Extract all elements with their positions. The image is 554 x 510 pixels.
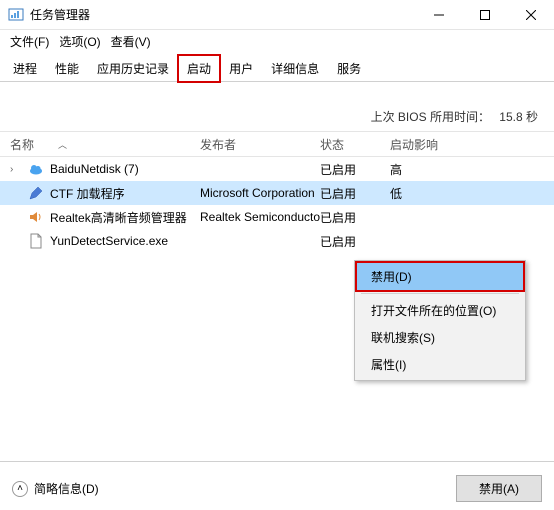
menu-options[interactable]: 选项(O) bbox=[55, 31, 104, 52]
file-icon bbox=[28, 233, 44, 249]
table-row[interactable]: › BaiduNetdisk (7) 已启用高 bbox=[0, 157, 554, 181]
row-status: 已启用 bbox=[320, 185, 390, 202]
expander-icon[interactable]: › bbox=[10, 164, 22, 175]
ctx-separator bbox=[361, 293, 519, 294]
column-headers: 名称 ︿ 发布者 状态 启动影响 bbox=[0, 131, 554, 157]
tab-0[interactable]: 进程 bbox=[4, 55, 46, 82]
table-row[interactable]: Realtek高清晰音频管理器 Realtek Semiconductor已启用 bbox=[0, 205, 554, 229]
table-row[interactable]: CTF 加载程序 Microsoft Corporation已启用低 bbox=[0, 181, 554, 205]
window-controls bbox=[416, 0, 554, 30]
footer: ˄ 简略信息(D) 禁用(A) bbox=[0, 475, 554, 502]
ctx-disable[interactable]: 禁用(D) bbox=[357, 263, 523, 290]
bios-value: 15.8 秒 bbox=[499, 110, 538, 124]
startup-list: ›BaiduNetdisk (7)已启用高CTF 加载程序Microsoft C… bbox=[0, 157, 554, 253]
bios-label: 上次 BIOS 所用时间： bbox=[371, 110, 490, 124]
titlebar: 任务管理器 bbox=[0, 0, 554, 30]
row-publisher: Realtek Semiconductor bbox=[200, 210, 320, 224]
cloud-icon bbox=[28, 161, 44, 177]
row-name: Realtek高清晰音频管理器 bbox=[50, 209, 187, 226]
speaker-icon bbox=[28, 209, 44, 225]
tab-4[interactable]: 用户 bbox=[220, 55, 262, 82]
fewer-details-label: 简略信息(D) bbox=[34, 480, 99, 497]
app-icon bbox=[8, 7, 24, 23]
window-title: 任务管理器 bbox=[30, 6, 416, 23]
tab-6[interactable]: 服务 bbox=[328, 55, 370, 82]
fewer-details-button[interactable]: ˄ 简略信息(D) bbox=[12, 480, 99, 497]
content-area: 上次 BIOS 所用时间： 15.8 秒 名称 ︿ 发布者 状态 启动影响 › B… bbox=[0, 82, 554, 462]
row-publisher: Microsoft Corporation bbox=[200, 186, 320, 200]
row-name: YunDetectService.exe bbox=[50, 234, 168, 248]
menu-file[interactable]: 文件(F) bbox=[6, 31, 53, 52]
ctx-open-location[interactable]: 打开文件所在的位置(O) bbox=[357, 297, 523, 324]
row-name: BaiduNetdisk (7) bbox=[50, 162, 139, 176]
table-row[interactable]: YunDetectService.exe 已启用 bbox=[0, 229, 554, 253]
ctx-properties[interactable]: 属性(I) bbox=[357, 351, 523, 378]
tab-1[interactable]: 性能 bbox=[46, 55, 88, 82]
tab-strip: 进程性能应用历史记录启动用户详细信息服务 bbox=[0, 52, 554, 82]
tab-3[interactable]: 启动 bbox=[178, 55, 220, 82]
ctx-search-online[interactable]: 联机搜索(S) bbox=[357, 324, 523, 351]
maximize-button[interactable] bbox=[462, 0, 508, 30]
header-impact[interactable]: 启动影响 bbox=[390, 136, 554, 153]
tab-5[interactable]: 详细信息 bbox=[262, 55, 328, 82]
pen-icon bbox=[28, 185, 44, 201]
header-status[interactable]: 状态 bbox=[320, 136, 390, 153]
menubar: 文件(F) 选项(O) 查看(V) bbox=[0, 30, 554, 52]
header-publisher[interactable]: 发布者 bbox=[200, 136, 320, 153]
context-menu: 禁用(D) 打开文件所在的位置(O) 联机搜索(S) 属性(I) bbox=[354, 260, 526, 381]
row-status: 已启用 bbox=[320, 233, 390, 250]
chevron-up-icon: ˄ bbox=[12, 481, 28, 497]
row-name: CTF 加载程序 bbox=[50, 185, 125, 202]
sort-indicator-icon: ︿ bbox=[58, 138, 67, 151]
row-impact: 高 bbox=[390, 161, 554, 178]
close-button[interactable] bbox=[508, 0, 554, 30]
menu-view[interactable]: 查看(V) bbox=[107, 31, 155, 52]
bios-time-line: 上次 BIOS 所用时间： 15.8 秒 bbox=[0, 82, 554, 131]
disable-button[interactable]: 禁用(A) bbox=[456, 475, 542, 502]
row-status: 已启用 bbox=[320, 161, 390, 178]
row-status: 已启用 bbox=[320, 209, 390, 226]
minimize-button[interactable] bbox=[416, 0, 462, 30]
row-impact: 低 bbox=[390, 185, 554, 202]
header-name[interactable]: 名称 ︿ bbox=[0, 136, 200, 153]
tab-2[interactable]: 应用历史记录 bbox=[88, 55, 178, 82]
